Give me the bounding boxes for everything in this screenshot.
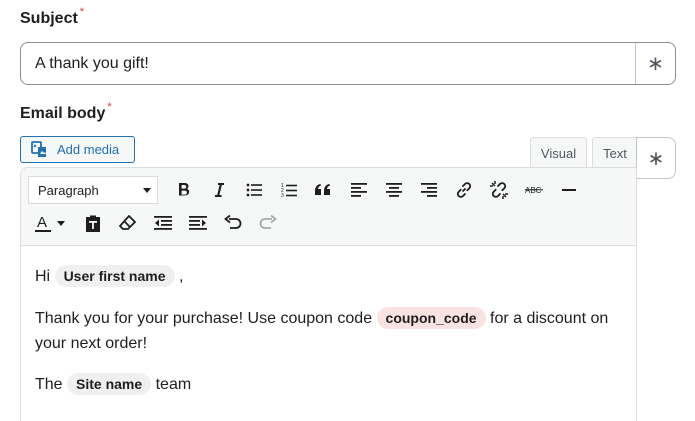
- add-media-button[interactable]: Add media: [20, 136, 135, 163]
- align-left-icon[interactable]: [341, 175, 376, 205]
- align-center-icon[interactable]: [376, 175, 411, 205]
- editor-toolbar: Paragraph 123 ABC A: [21, 168, 636, 246]
- toolbar-row-2: A: [21, 206, 636, 240]
- redo-icon[interactable]: [250, 208, 285, 238]
- unlink-icon[interactable]: [481, 175, 516, 205]
- numbered-list-icon[interactable]: 123: [271, 175, 306, 205]
- strikethrough-icon[interactable]: ABC: [516, 175, 551, 205]
- coupon-text-before: Thank you for your purchase! Use coupon …: [35, 310, 377, 327]
- toolbar-row-1: Paragraph 123 ABC: [21, 173, 636, 207]
- italic-icon[interactable]: [201, 175, 236, 205]
- required-marker: *: [107, 101, 112, 113]
- format-select-value: Paragraph: [38, 182, 99, 198]
- signoff-text-before: The: [35, 376, 68, 393]
- text-color-button[interactable]: A: [25, 208, 75, 238]
- placeholder-tag-user-first-name[interactable]: User first name: [54, 265, 175, 287]
- add-media-label: Add media: [57, 142, 120, 157]
- paste-as-text-icon[interactable]: [75, 208, 110, 238]
- coupon-paragraph: Thank you for your purchase! Use coupon …: [35, 306, 622, 356]
- subject-input[interactable]: [21, 43, 635, 84]
- chevron-down-icon: [57, 220, 65, 226]
- horizontal-line-icon[interactable]: [551, 175, 586, 205]
- outdent-icon[interactable]: [145, 208, 180, 238]
- placeholder-tag-site-name[interactable]: Site name: [67, 373, 152, 395]
- email-body-placeholder-button[interactable]: ∗: [636, 137, 676, 179]
- subject-placeholder-button[interactable]: ∗: [635, 43, 675, 84]
- svg-text:3: 3: [281, 193, 284, 198]
- greeting-text: Hi: [35, 268, 55, 285]
- align-right-icon[interactable]: [411, 175, 446, 205]
- link-icon[interactable]: [446, 175, 481, 205]
- text-color-icon: A: [35, 214, 51, 232]
- format-select[interactable]: Paragraph: [28, 176, 158, 204]
- blockquote-icon[interactable]: [306, 175, 341, 205]
- tab-visual[interactable]: Visual: [530, 137, 587, 168]
- svg-text:ABC: ABC: [525, 186, 542, 195]
- bulleted-list-icon[interactable]: [236, 175, 271, 205]
- email-body-label-text: Email body: [20, 105, 106, 122]
- media-icon: [31, 140, 49, 159]
- signoff-text-after: team: [151, 376, 192, 393]
- indent-icon[interactable]: [180, 208, 215, 238]
- undo-icon[interactable]: [215, 208, 250, 238]
- bold-icon[interactable]: [166, 175, 201, 205]
- email-body-label: Email body *: [20, 101, 112, 123]
- clear-formatting-icon[interactable]: [110, 208, 145, 238]
- subject-label-text: Subject: [20, 10, 78, 27]
- chevron-down-icon: [143, 188, 151, 193]
- email-body-content[interactable]: Hi User first name , Thank you for your …: [21, 246, 636, 397]
- svg-text:A: A: [37, 214, 47, 231]
- greeting-text-after: ,: [174, 268, 184, 285]
- subject-field: ∗: [20, 42, 676, 85]
- placeholder-tag-coupon-code[interactable]: coupon_code: [376, 307, 486, 329]
- subject-label: Subject *: [20, 6, 84, 28]
- email-body-editor: Paragraph 123 ABC A Hi User first name ,…: [20, 167, 637, 421]
- required-marker: *: [79, 6, 85, 18]
- greeting-paragraph: Hi User first name ,: [35, 264, 622, 289]
- tab-text[interactable]: Text: [592, 137, 638, 168]
- signoff-paragraph: The Site name team: [35, 372, 622, 397]
